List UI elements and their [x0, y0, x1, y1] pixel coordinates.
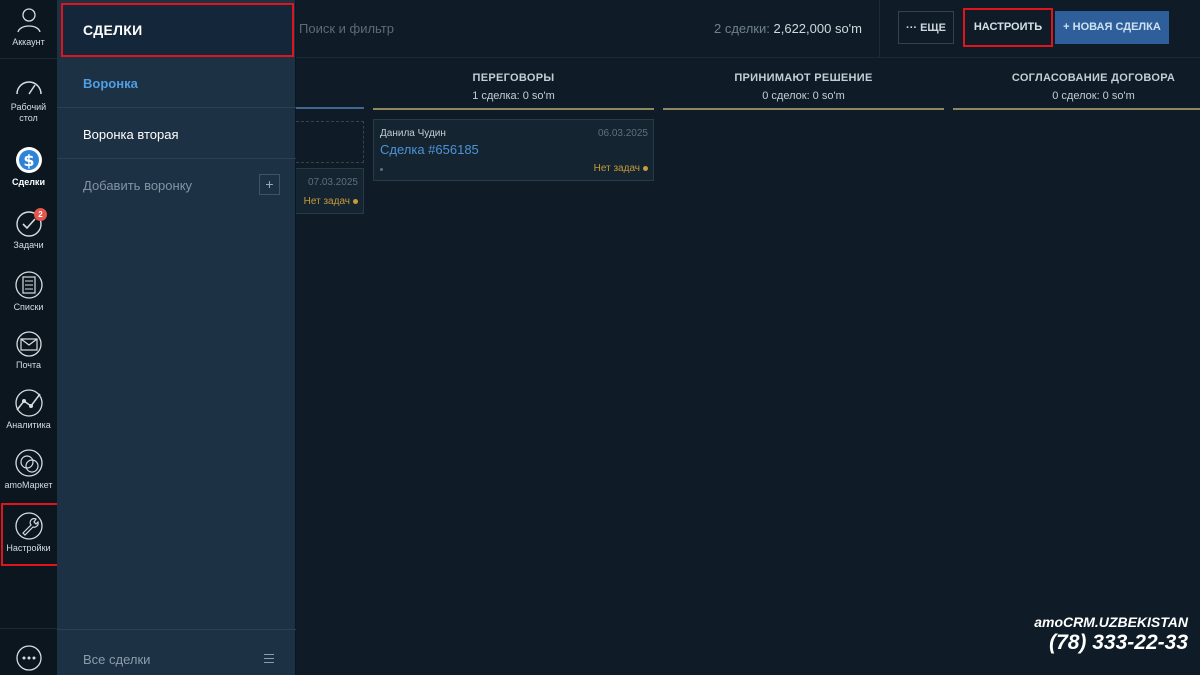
sidebar-item-tasks[interactable]: 2 Задачи	[0, 208, 57, 251]
pipeline-dropdown-panel: СДЕЛКИ Воронка Воронка вторая Добавить в…	[57, 0, 296, 675]
pipeline-item-label: Воронка	[83, 76, 138, 91]
sidebar-item-label: Почта	[16, 360, 41, 370]
deal-card-partial[interactable]: 07.03.2025 Нет задач	[296, 168, 364, 214]
first-column-line	[296, 107, 364, 109]
sidebar-item-label: Рабочий стол	[10, 102, 47, 123]
quick-add-placeholder[interactable]	[296, 121, 364, 163]
brand-name: amoCRM.UZBEKISTAN	[1034, 614, 1188, 630]
column-count: 0 сделок: 0 so'm	[762, 90, 845, 102]
pipeline-item-label: Воронка вторая	[83, 127, 179, 142]
sidebar-divider	[0, 628, 57, 629]
add-pipeline-item[interactable]: Добавить воронку +	[57, 160, 296, 210]
pipeline-panel-header[interactable]: СДЕЛКИ	[61, 3, 294, 57]
dashboard-icon	[15, 81, 42, 95]
sidebar-item-lists[interactable]: Списки	[0, 270, 57, 313]
menu-lines-icon[interactable]	[264, 654, 274, 666]
top-bar: Поиск и фильтр 2 сделки: 2,622,000 so'm …	[296, 0, 1200, 58]
sidebar-item-label: amoМаркет	[4, 480, 53, 490]
new-deal-button[interactable]: + НОВАЯ СДЕЛКА	[1055, 11, 1169, 44]
brand-watermark: amoCRM.UZBEKISTAN (78) 333-22-33	[1034, 614, 1188, 655]
sidebar-item-label: Задачи	[13, 240, 44, 250]
more-button[interactable]: ··· ЕЩЕ	[898, 11, 954, 44]
all-deals-label: Все сделки	[83, 652, 151, 667]
sidebar-item-market[interactable]: amoМаркет	[0, 448, 57, 491]
sidebar-item-deals[interactable]: $ Сделки	[0, 145, 57, 188]
left-sidebar: Аккаунт Рабочий стол $ Сделки 2 Задачи С…	[0, 0, 59, 675]
search-filter-input[interactable]: Поиск и фильтр	[299, 21, 394, 36]
column-line	[953, 108, 1200, 110]
panel-title: СДЕЛКИ	[83, 22, 143, 38]
deals-summary: 2 сделки: 2,622,000 so'm	[714, 21, 862, 36]
deal-card[interactable]: Данила Чудин 06.03.2025 Сделка #656185 Н…	[373, 119, 654, 181]
sidebar-item-mail[interactable]: Почта	[0, 330, 57, 371]
settings-highlight-frame	[1, 503, 59, 566]
column-name: СОГЛАСОВАНИЕ ДОГОВОРА	[1011, 72, 1176, 84]
summary-count: 2 сделки:	[714, 21, 770, 36]
all-deals-item[interactable]: Все сделки	[57, 629, 296, 675]
mail-icon	[15, 331, 42, 357]
column-decision: ПРИНИМАЮТ РЕШЕНИЕ 0 сделок: 0 so'm	[663, 58, 944, 118]
sidebar-divider	[0, 58, 57, 59]
add-pipeline-label: Добавить воронку	[83, 178, 193, 193]
summary-amount: 2,622,000 so'm	[773, 21, 863, 36]
tasks-badge: 2	[34, 208, 47, 221]
analytics-icon	[14, 389, 43, 417]
sidebar-chat-button[interactable]	[0, 644, 57, 672]
brand-phone: (78) 333-22-33	[1049, 631, 1188, 654]
column-count: 0 сделок: 0 so'm	[1052, 90, 1135, 102]
sidebar-item-dashboard[interactable]: Рабочий стол	[0, 72, 57, 124]
column-negotiations: ПЕРЕГОВОРЫ 1 сделка: 0 so'm	[373, 58, 654, 118]
account-avatar-icon	[16, 8, 41, 33]
sidebar-item-label: Сделки	[12, 177, 45, 187]
sidebar-item-label: Аналитика	[6, 420, 51, 430]
sidebar-item-account[interactable]: Аккаунт	[0, 5, 57, 48]
column-count: 1 сделка: 0 so'm	[472, 90, 555, 102]
add-pipeline-button[interactable]: +	[259, 174, 280, 195]
card-contact: Данила Чудин	[380, 128, 446, 139]
card-date: 06.03.2025	[597, 128, 648, 139]
column-line	[373, 108, 654, 110]
card-dot	[380, 168, 383, 171]
pipeline-item-main[interactable]: Воронка	[57, 58, 296, 108]
configure-button[interactable]: НАСТРОИТЬ	[963, 8, 1053, 47]
topbar-divider	[879, 0, 880, 58]
column-line	[663, 108, 944, 110]
pipeline-item-second[interactable]: Воронка вторая	[57, 109, 296, 159]
card-date: 07.03.2025	[307, 177, 358, 188]
card-tasks: Нет задач	[594, 163, 648, 174]
deals-dollar-icon: $	[15, 147, 42, 173]
card-deal-link[interactable]: Сделка #656185	[380, 142, 479, 157]
card-tasks: Нет задач	[304, 196, 358, 207]
market-icon	[14, 449, 43, 477]
svg-text:$: $	[23, 151, 34, 170]
sidebar-item-label: Аккаунт	[12, 37, 45, 47]
chat-icon	[15, 645, 42, 671]
column-name: ПРИНИМАЮТ РЕШЕНИЕ	[734, 72, 873, 84]
column-contract: СОГЛАСОВАНИЕ ДОГОВОРА 0 сделок: 0 so'm	[953, 58, 1200, 118]
sidebar-item-analytics[interactable]: Аналитика	[0, 388, 57, 431]
lists-icon	[14, 271, 43, 299]
sidebar-item-label: Списки	[13, 302, 44, 312]
column-name: ПЕРЕГОВОРЫ	[472, 72, 555, 84]
